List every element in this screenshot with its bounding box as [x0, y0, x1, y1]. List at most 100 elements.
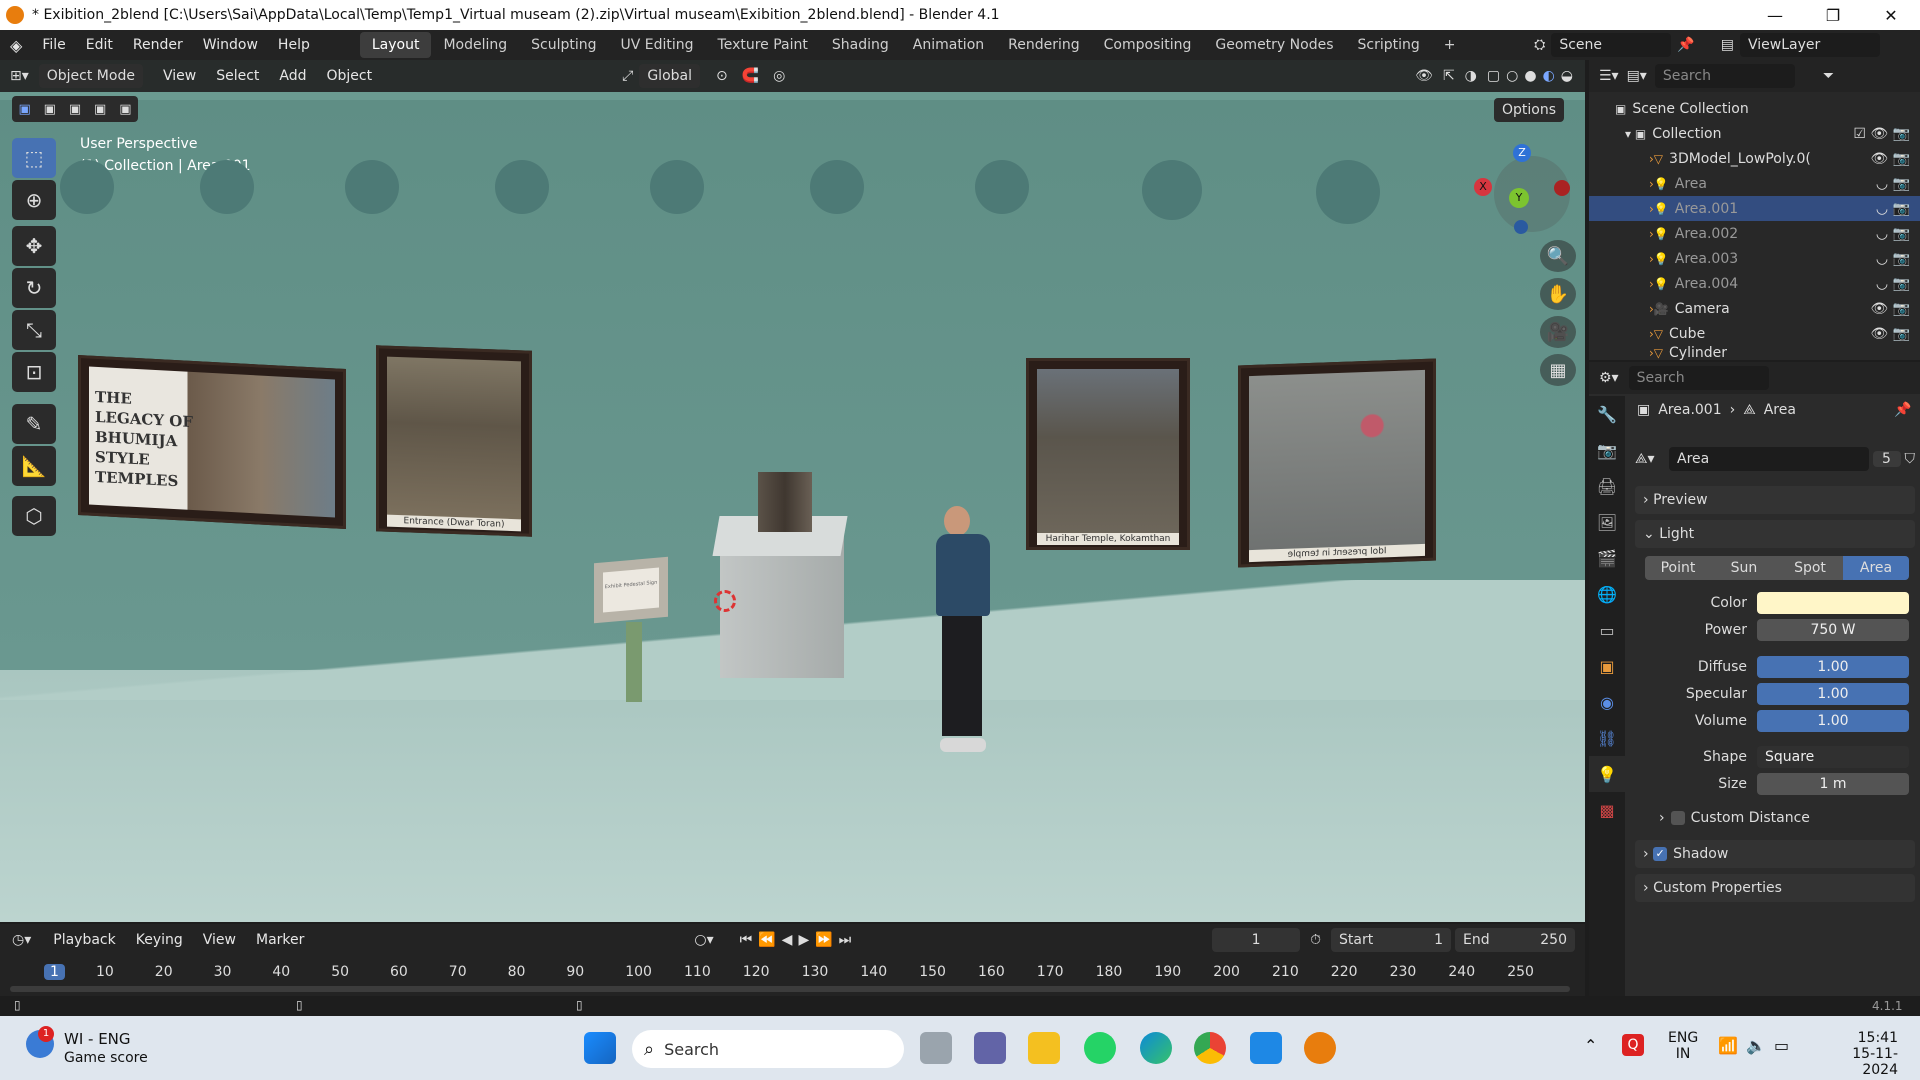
end-frame-field[interactable]: End 250 — [1455, 928, 1575, 952]
chevron-up-icon[interactable]: ⌃ — [1584, 1036, 1597, 1055]
viewport-menu-object[interactable]: Object — [317, 68, 383, 84]
visibility-eye-icon[interactable]: ☑ 👁 📷 — [1853, 126, 1920, 142]
timeline-menu-marker[interactable]: Marker — [246, 932, 314, 948]
clock[interactable]: 15:41 15-11-2024 — [1818, 1030, 1898, 1078]
display-mode-icon[interactable]: ▤▾ — [1627, 68, 1647, 84]
maximize-button[interactable]: ❐ — [1804, 6, 1862, 25]
pivot-icon[interactable]: ⊙ — [716, 68, 728, 84]
rendered-shading-icon[interactable]: ◒ — [1561, 68, 1573, 84]
constraints-tab-icon[interactable]: ⛓ — [1589, 720, 1625, 756]
editor-type-icon[interactable]: ⊞▾ — [0, 68, 39, 84]
tab-modeling[interactable]: Modeling — [431, 32, 519, 58]
gizmo-neg-x-axis[interactable] — [1554, 180, 1570, 196]
visibility-eye-icon[interactable]: 👁 📷 — [1870, 326, 1920, 342]
chrome-icon[interactable] — [1194, 1032, 1226, 1064]
perspective-grid-icon[interactable]: ▦ — [1540, 354, 1576, 386]
output-tab-icon[interactable]: 🖨 — [1589, 468, 1625, 504]
menu-render[interactable]: Render — [123, 37, 193, 53]
add-workspace-button[interactable]: + — [1432, 32, 1468, 58]
outliner-item[interactable]: ›💡 Area ◡ 📷 — [1589, 171, 1920, 196]
outliner-item[interactable]: ›▽ Cylinder — [1589, 346, 1920, 360]
render-tab-icon[interactable]: 📷 — [1589, 432, 1625, 468]
color-swatch[interactable] — [1757, 592, 1909, 614]
timeline-scrollbar[interactable] — [10, 986, 1570, 992]
whatsapp-icon[interactable] — [1084, 1032, 1116, 1064]
properties-search[interactable]: Search — [1628, 366, 1769, 390]
cursor-tool[interactable]: ⊕ — [12, 180, 56, 220]
transform-tool[interactable]: ⊡ — [12, 352, 56, 392]
pin-icon[interactable]: 📌 — [1894, 402, 1911, 418]
volume-icon[interactable]: 🔈 — [1746, 1036, 1766, 1055]
close-button[interactable]: ✕ — [1862, 6, 1920, 25]
exhibit-frame[interactable]: Entrance (Dwar Toran) — [376, 345, 532, 537]
tab-texture-paint[interactable]: Texture Paint — [706, 32, 820, 58]
menu-edit[interactable]: Edit — [76, 37, 123, 53]
properties-editor-icon[interactable]: ⚙▾ — [1599, 370, 1619, 386]
visibility-icon[interactable]: 👁 — [1415, 68, 1433, 84]
windows-start-icon[interactable] — [584, 1032, 616, 1064]
outliner-item[interactable]: ›💡 Area.002 ◡ 📷 — [1589, 221, 1920, 246]
volume-slider[interactable]: 1.00 — [1757, 710, 1909, 732]
minimize-button[interactable]: — — [1746, 6, 1804, 25]
annotate-tool[interactable]: ✎ — [12, 404, 56, 444]
select-subtract-icon[interactable]: ▣ — [69, 102, 81, 117]
solid-shading-icon[interactable]: ● — [1524, 68, 1536, 84]
timeline-ruler[interactable]: 1 10 20 30 40 50 60 70 80 90 100 110 120 130 140 150 160… — [0, 962, 1585, 984]
select-box-tool[interactable]: ⬚ — [12, 138, 56, 178]
outliner-item[interactable]: ›▽ Cube 👁 📷 — [1589, 321, 1920, 346]
tab-shading[interactable]: Shading — [820, 32, 901, 58]
gizmo-x-axis[interactable]: X — [1474, 178, 1492, 196]
tab-sculpting[interactable]: Sculpting — [519, 32, 608, 58]
outliner-editor-icon[interactable]: ☰▾ — [1599, 68, 1619, 84]
outliner-item-selected[interactable]: ›💡 Area.001 ◡ 📷 — [1589, 196, 1920, 221]
view-layer-tab-icon[interactable]: 🖼 — [1589, 504, 1625, 540]
light-panel-header[interactable]: ⌄ Light — [1635, 520, 1915, 548]
pin-icon[interactable]: 📌 — [1677, 37, 1694, 53]
camera-view-icon[interactable]: 🎥 — [1540, 316, 1576, 348]
app-tray-icon[interactable]: Q — [1622, 1034, 1644, 1056]
light-data-tab-icon[interactable]: 💡 — [1589, 756, 1625, 792]
outliner-item[interactable]: ›💡 Area.004 ◡ 📷 — [1589, 271, 1920, 296]
options-dropdown[interactable]: Options — [1494, 98, 1565, 122]
visibility-eye-icon[interactable]: 👁 📷 — [1870, 301, 1920, 317]
size-field[interactable]: 1 m — [1757, 773, 1909, 795]
timeline-menu-playback[interactable]: Playback — [43, 932, 125, 948]
select-invert-icon[interactable]: ▣ — [94, 102, 106, 117]
measure-tool[interactable]: 📐 — [12, 446, 56, 486]
gizmo-toggle-icon[interactable]: ⇱ — [1443, 68, 1455, 84]
overlays-icon[interactable]: ◑ — [1465, 68, 1477, 84]
timeline-menu-keying[interactable]: Keying — [126, 932, 193, 948]
visibility-eye-icon[interactable]: ◡ 📷 — [1876, 251, 1920, 267]
transform-orientation-selector[interactable]: Global — [639, 64, 700, 88]
viewport-menu-view[interactable]: View — [153, 68, 206, 84]
light-type-spot[interactable]: Spot — [1777, 556, 1843, 580]
tool-tab-icon[interactable]: 🔧 — [1589, 396, 1625, 432]
tab-geometry-nodes[interactable]: Geometry Nodes — [1203, 32, 1345, 58]
teams-icon[interactable] — [974, 1032, 1006, 1064]
exhibit-frame[interactable]: Idol present in temple — [1238, 358, 1436, 568]
zoom-icon[interactable]: 🔍 — [1540, 240, 1576, 272]
selection-mode-buttons[interactable]: ▣ ▣ ▣ ▣ ▣ — [12, 96, 138, 122]
exhibit-frame[interactable]: Harihar Temple, Kokamthan — [1026, 358, 1190, 550]
menu-help[interactable]: Help — [268, 37, 320, 53]
auto-keying-icon[interactable]: ○▾ — [694, 932, 713, 948]
current-frame-field[interactable]: 1 — [1212, 928, 1301, 952]
select-extend-icon[interactable]: ▣ — [44, 102, 56, 117]
add-cube-tool[interactable]: ⬡ — [12, 496, 56, 536]
datablock-browse-icon[interactable]: ⟁▾ — [1635, 451, 1665, 467]
timeline-editor-icon[interactable]: ◷▾ — [0, 932, 43, 948]
viewport-menu-select[interactable]: Select — [206, 68, 269, 84]
gizmo-neg-z-axis[interactable] — [1514, 220, 1528, 234]
tab-compositing[interactable]: Compositing — [1092, 32, 1204, 58]
world-tab-icon[interactable]: 🌐 — [1589, 576, 1625, 612]
custom-distance-checkbox[interactable] — [1670, 811, 1685, 825]
collection-tab-icon[interactable]: ▭ — [1589, 612, 1625, 648]
view-layer-selector[interactable]: ViewLayer — [1740, 33, 1880, 57]
pan-hand-icon[interactable]: ✋ — [1540, 278, 1576, 310]
specular-slider[interactable]: 1.00 — [1757, 683, 1909, 705]
preview-range-icon[interactable]: ⏱ — [1310, 932, 1321, 948]
scale-tool[interactable]: ⤡ — [12, 310, 56, 350]
outliner-item[interactable]: ›💡 Area.003 ◡ 📷 — [1589, 246, 1920, 271]
playback-controls[interactable]: ⏮⏪◀▶⏩⏭ — [740, 932, 858, 948]
tab-uv-editing[interactable]: UV Editing — [609, 32, 706, 58]
